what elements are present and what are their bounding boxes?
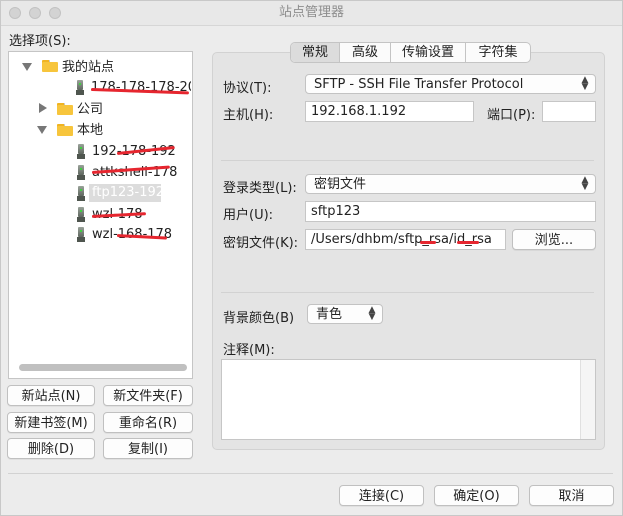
- new-folder-button[interactable]: 新文件夹(F): [103, 385, 193, 406]
- updown-chevron-icon: ▲ ▼: [368, 305, 376, 322]
- server-icon: [77, 186, 85, 201]
- title-bar: 站点管理器: [1, 1, 622, 26]
- footer-divider: [8, 473, 613, 474]
- server-icon: [77, 227, 85, 242]
- connect-button[interactable]: 连接(C): [339, 485, 424, 506]
- server-icon: [77, 207, 85, 222]
- site-tree[interactable]: 我的站点 178-178-178-2008 公司 本地 192-178-192 …: [8, 51, 193, 379]
- folder-icon: [57, 103, 73, 115]
- divider: [221, 160, 594, 161]
- host-label: 主机(H):: [223, 108, 274, 123]
- tree-horizontal-scrollbar[interactable]: [19, 364, 187, 371]
- bgcolor-value: 青色: [316, 307, 343, 322]
- folder-icon: [57, 124, 73, 136]
- protocol-select[interactable]: SFTP - SSH File Transfer Protocol ▲ ▼: [305, 74, 596, 94]
- tab-charset[interactable]: 字符集: [466, 43, 530, 62]
- divider: [221, 292, 594, 293]
- window-title: 站点管理器: [278, 5, 344, 20]
- textarea-scrollbar[interactable]: [580, 360, 595, 439]
- tab-general[interactable]: 常规: [291, 43, 340, 62]
- logon-type-label: 登录类型(L):: [223, 181, 297, 196]
- logon-type-value: 密钥文件: [314, 177, 367, 192]
- browse-button[interactable]: 浏览...: [512, 229, 596, 250]
- user-input[interactable]: sftp123: [305, 201, 596, 222]
- comments-textarea[interactable]: [221, 359, 596, 440]
- server-icon: [76, 80, 84, 95]
- close-window-icon[interactable]: [9, 7, 21, 19]
- folder-icon: [42, 60, 58, 72]
- comments-label: 注释(M):: [223, 343, 275, 358]
- tab-transfer-settings[interactable]: 传输设置: [391, 43, 466, 62]
- copy-button[interactable]: 复制(I): [103, 438, 193, 459]
- host-input[interactable]: 192.168.1.192: [305, 101, 474, 122]
- tree-item-selected-site[interactable]: ftp123-192: [92, 183, 164, 203]
- tree-item-my-sites[interactable]: 我的站点: [62, 58, 114, 78]
- keyfile-label: 密钥文件(K):: [223, 236, 299, 251]
- updown-chevron-icon: ▲ ▼: [581, 175, 589, 192]
- settings-tabs: 常规 高级 传输设置 字符集: [290, 42, 531, 63]
- updown-chevron-icon: ▲ ▼: [581, 75, 589, 92]
- site-manager-window: 站点管理器 选择项(S): 我的站点 178-178-178-2008 公司 本…: [0, 0, 623, 516]
- new-bookmark-button[interactable]: 新建书签(M): [7, 412, 95, 433]
- chevron-right-icon[interactable]: [39, 103, 47, 113]
- ok-button[interactable]: 确定(O): [434, 485, 519, 506]
- new-site-button[interactable]: 新站点(N): [7, 385, 95, 406]
- logon-type-select[interactable]: 密钥文件 ▲ ▼: [305, 174, 596, 194]
- select-entry-heading: 选择项(S):: [9, 34, 71, 49]
- port-input[interactable]: [542, 101, 596, 122]
- tree-item-company[interactable]: 公司: [77, 100, 103, 120]
- chevron-down-icon[interactable]: [37, 126, 47, 134]
- rename-button[interactable]: 重命名(R): [103, 412, 193, 433]
- protocol-value: SFTP - SSH File Transfer Protocol: [314, 77, 524, 92]
- server-icon: [77, 165, 85, 180]
- bgcolor-label: 背景颜色(B): [223, 311, 295, 326]
- port-label: 端口(P):: [487, 108, 536, 123]
- bgcolor-select[interactable]: 青色 ▲ ▼: [307, 304, 383, 324]
- user-label: 用户(U):: [223, 208, 274, 223]
- server-icon: [77, 144, 85, 159]
- minimize-window-icon[interactable]: [29, 7, 41, 19]
- tree-item-local[interactable]: 本地: [77, 121, 103, 141]
- redaction-mark: [420, 241, 436, 244]
- protocol-label: 协议(T):: [223, 81, 272, 96]
- keyfile-input[interactable]: /Users/dhbm/sftp_rsa/id_rsa: [305, 229, 506, 250]
- cancel-button[interactable]: 取消: [529, 485, 614, 506]
- chevron-down-icon[interactable]: [22, 63, 32, 71]
- tab-advanced[interactable]: 高级: [340, 43, 391, 62]
- redaction-mark: [457, 241, 479, 244]
- delete-button[interactable]: 删除(D): [7, 438, 95, 459]
- zoom-window-icon[interactable]: [49, 7, 61, 19]
